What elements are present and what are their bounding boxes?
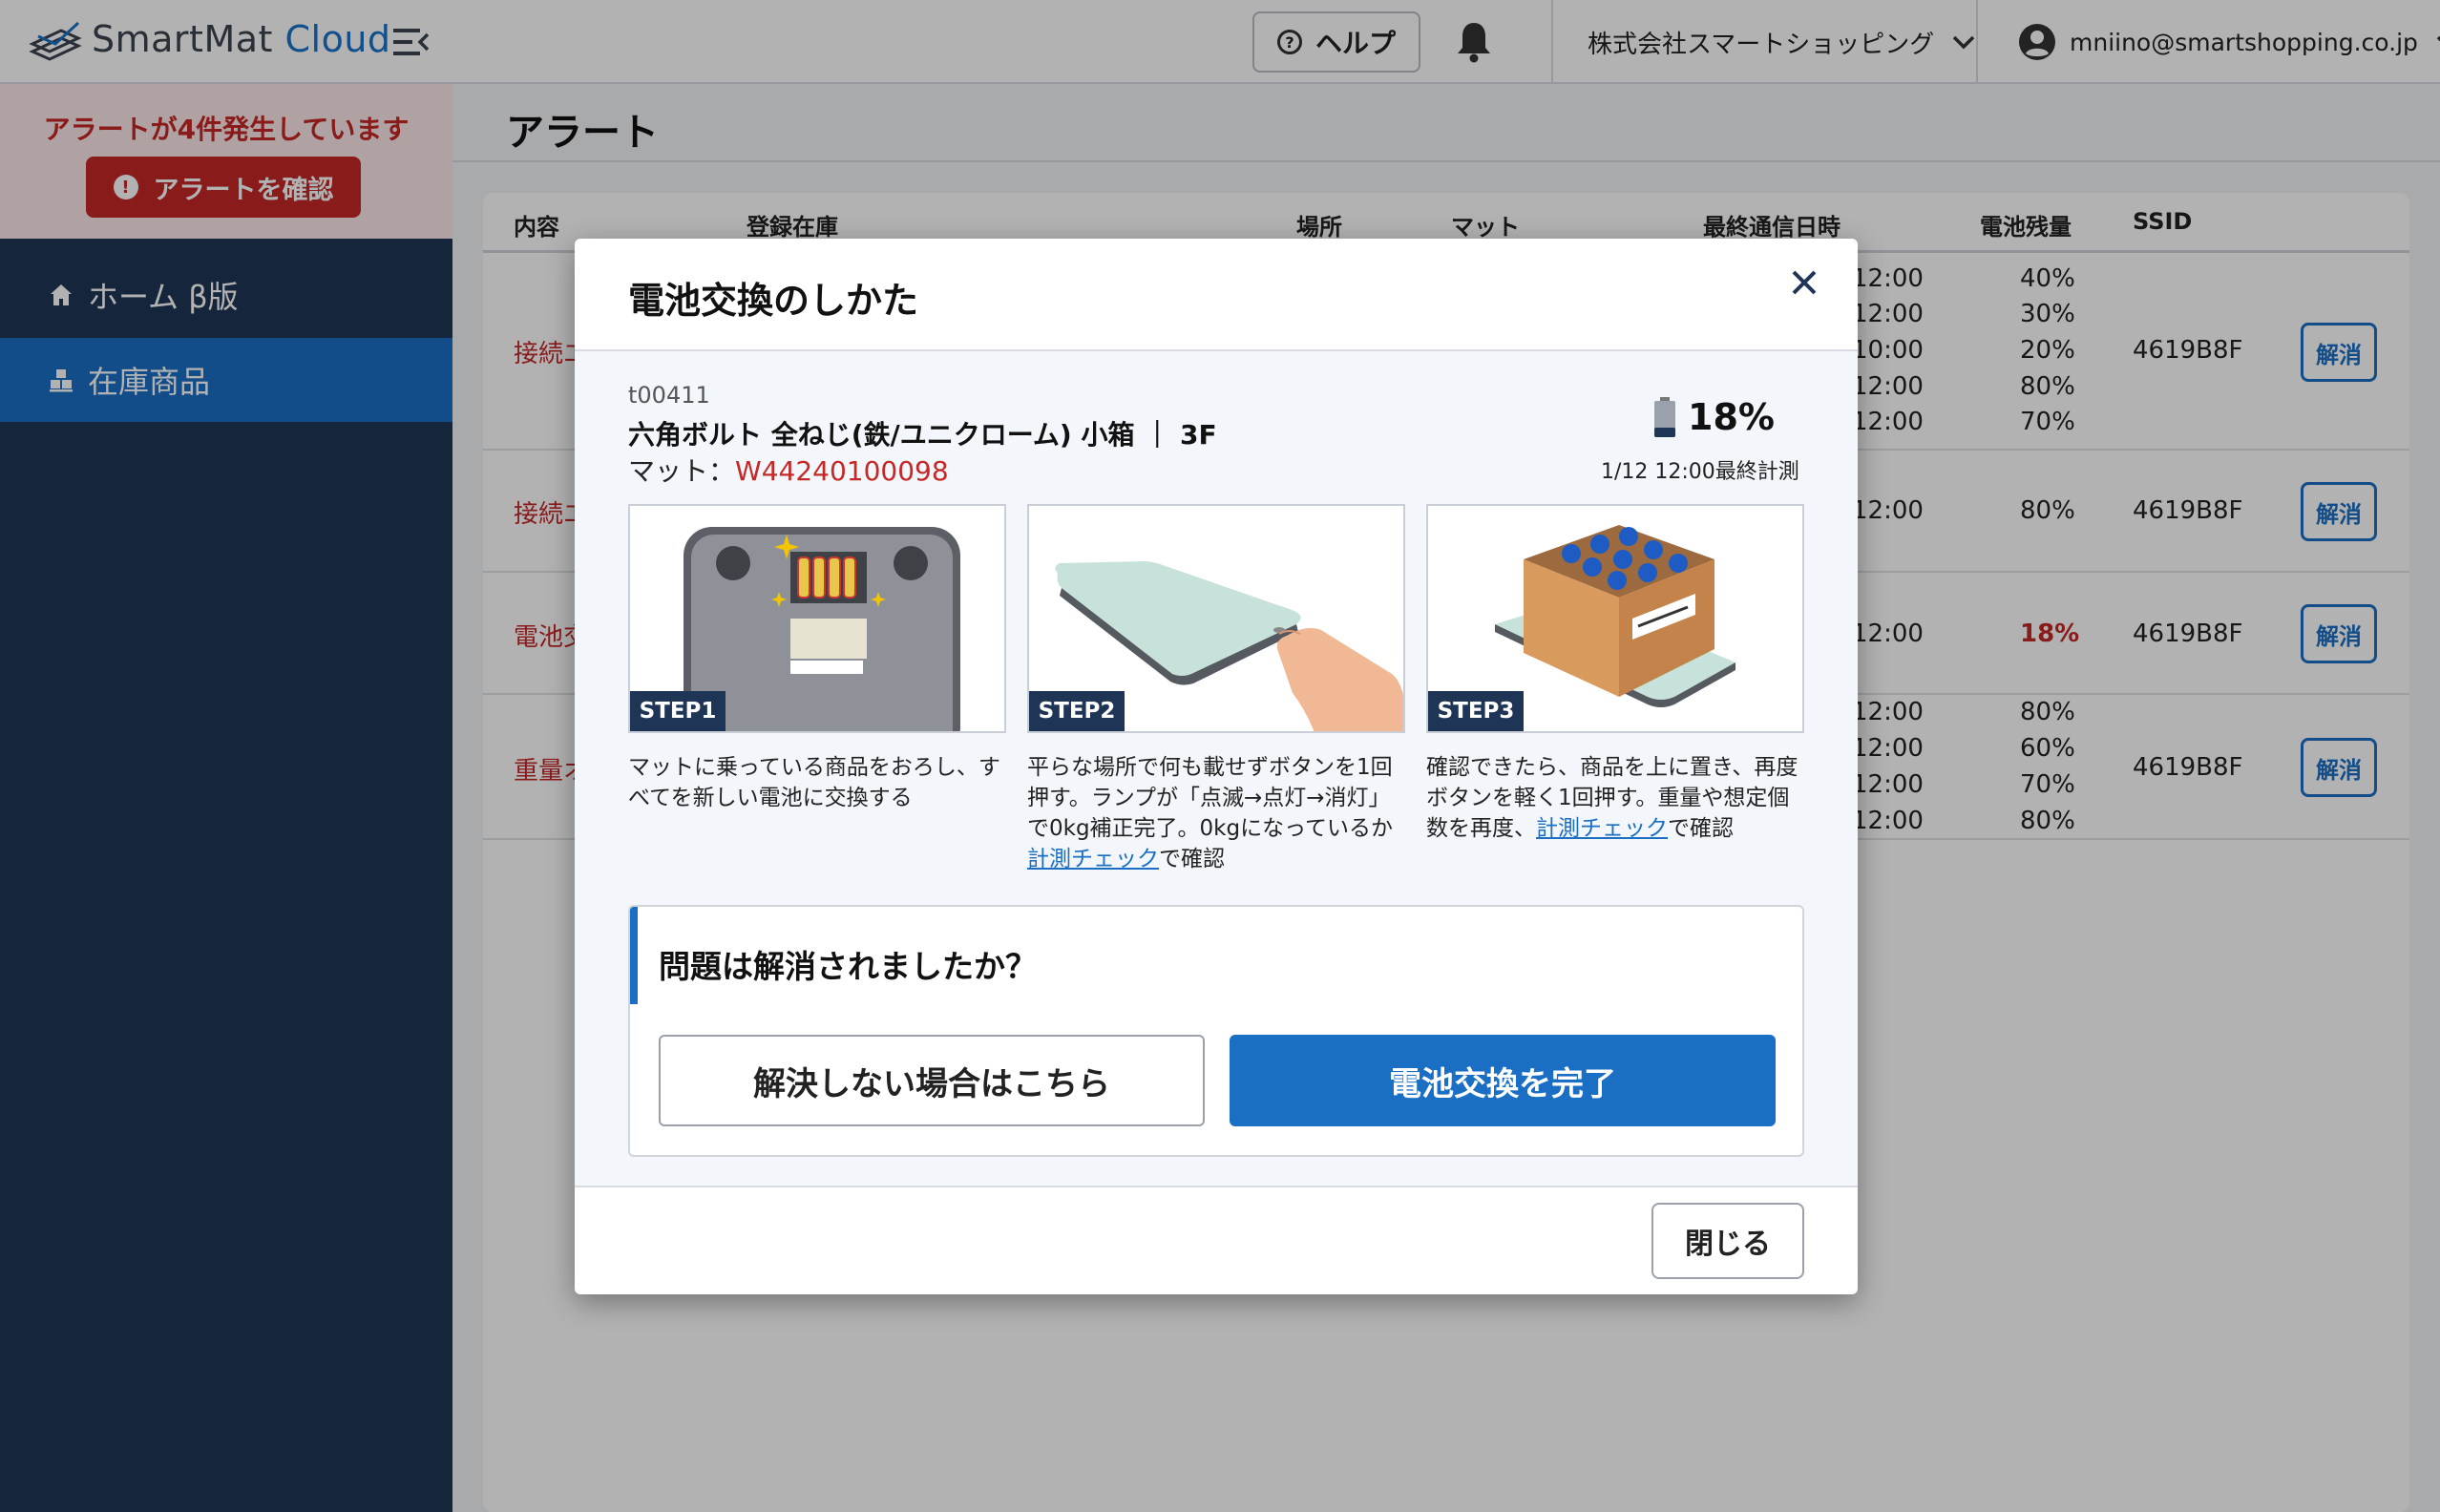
step-label: STEP2 bbox=[1029, 691, 1125, 731]
dialog-footer-divider bbox=[575, 1186, 1858, 1187]
close-button[interactable]: 閉じる bbox=[1651, 1203, 1804, 1279]
step-label: STEP3 bbox=[1428, 691, 1524, 731]
measurement-check-link[interactable]: 計測チェック bbox=[1536, 816, 1668, 841]
battery-low-icon bbox=[1654, 397, 1675, 437]
battery-percent: 18% bbox=[1688, 396, 1775, 438]
step3-text-end: で確認 bbox=[1668, 816, 1734, 841]
step2-description: 平らな場所で何も載せずボタンを1回押す。ランプが「点滅→点灯→消灯」で0kg補正… bbox=[1027, 752, 1409, 874]
not-resolved-button[interactable]: 解決しない場合はこちら bbox=[659, 1035, 1205, 1126]
last-measured: 1/12 12:00最終計測 bbox=[1601, 460, 1799, 484]
mat-code: W44240100098 bbox=[735, 455, 949, 487]
step1-illustration: STEP1 bbox=[628, 504, 1006, 733]
step2-text: 平らな場所で何も載せずボタンを1回押す。ランプが「点滅→点灯→消灯」で0kg補正… bbox=[1027, 755, 1393, 841]
step2-illustration: STEP2 bbox=[1027, 504, 1405, 733]
resolution-question: 問題は解消されましたか？ bbox=[659, 948, 1037, 985]
measurement-check-link[interactable]: 計測チェック bbox=[1027, 847, 1159, 872]
step3-description: 確認できたら、商品を上に置き、再度ボタンを軽く1回押す。重量や想定個数を再度、計… bbox=[1426, 752, 1808, 844]
resolution-question-box: 問題は解消されましたか？ 解決しない場合はこちら 電池交換を完了 bbox=[628, 905, 1804, 1157]
item-code: t00411 bbox=[628, 382, 710, 409]
accent-bar bbox=[630, 907, 638, 1004]
item-name: 六角ボルト 全ねじ(鉄/ユニクローム) 小箱 ｜ 3F bbox=[628, 419, 1217, 451]
step3-illustration: STEP3 bbox=[1426, 504, 1804, 733]
step1-description: マットに乗っている商品をおろし、すべてを新しい電池に交換する bbox=[628, 755, 1000, 810]
battery-replacement-dialog: 電池交換のしかた t00411 六角ボルト 全ねじ(鉄/ユニクローム) 小箱 ｜… bbox=[575, 239, 1858, 1294]
battery-status: 18% bbox=[1653, 396, 1775, 438]
mat-label: マット： bbox=[628, 455, 736, 487]
step-label: STEP1 bbox=[630, 691, 726, 731]
item-mat: マット：W44240100098 bbox=[628, 451, 949, 489]
step2-text-end: で確認 bbox=[1159, 847, 1225, 872]
dialog-title: 電池交換のしかた bbox=[628, 280, 919, 322]
complete-battery-replacement-button[interactable]: 電池交換を完了 bbox=[1230, 1035, 1776, 1126]
close-icon[interactable] bbox=[1787, 265, 1821, 300]
